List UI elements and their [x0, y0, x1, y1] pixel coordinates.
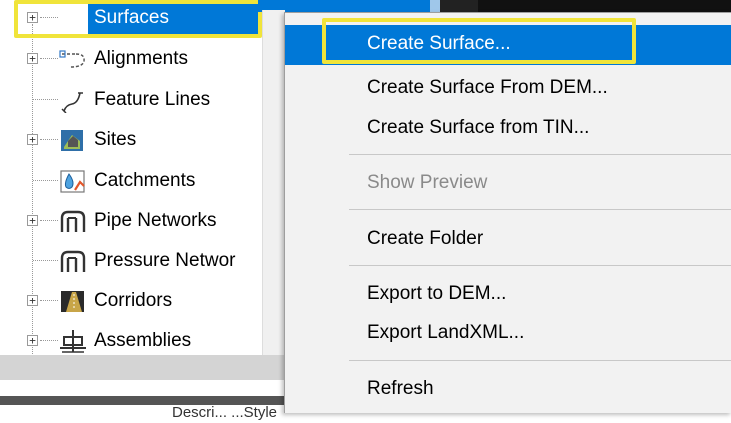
menu-separator — [349, 360, 731, 361]
vertical-scrollbar[interactable] — [262, 10, 285, 355]
tree-item-pressure-networks[interactable]: Pressure Networ — [0, 245, 284, 277]
tree-connector — [40, 58, 58, 59]
tree-item-label: Corridors — [94, 290, 173, 311]
tree-connector — [33, 180, 58, 181]
menu-separator — [349, 265, 731, 266]
expand-toggle[interactable]: + — [27, 335, 38, 346]
site-icon — [61, 130, 83, 151]
tree-item-label: Alignments — [94, 48, 188, 69]
menu-item-label: Create Surface From DEM... — [367, 77, 608, 98]
column-header-fragment: Descri... ...Style — [172, 404, 278, 421]
alignment-icon — [59, 50, 85, 68]
menu-item-export-to-dem[interactable]: Export to DEM... — [285, 275, 731, 315]
pressure-network-icon — [60, 250, 86, 272]
menu-item-label: Create Surface from TIN... — [367, 117, 590, 138]
expand-toggle[interactable]: + — [27, 295, 38, 306]
menu-item-refresh[interactable]: Refresh — [285, 370, 731, 410]
tree-connector — [40, 220, 58, 221]
tree-item-label: Pressure Networ — [94, 250, 236, 271]
annotation-highlight-box — [322, 18, 636, 64]
tree-connector — [40, 300, 58, 301]
menu-separator — [349, 209, 731, 210]
tree-item-alignments[interactable]: + Alignments — [0, 43, 284, 75]
tree-item-sites[interactable]: + Sites — [0, 124, 284, 156]
menu-item-create-folder[interactable]: Create Folder — [285, 220, 731, 260]
menu-separator — [349, 154, 731, 155]
title-bar-strip — [258, 0, 731, 12]
menu-item-create-surface-from-dem[interactable]: Create Surface From DEM... — [285, 69, 731, 109]
tree-item-feature-lines[interactable]: Feature Lines — [0, 84, 284, 116]
assembly-icon — [60, 330, 86, 353]
expand-toggle[interactable]: + — [27, 215, 38, 226]
menu-item-export-landxml[interactable]: Export LandXML... — [285, 314, 731, 354]
tree-connector — [33, 99, 58, 100]
menu-item-label: Create Folder — [367, 228, 484, 249]
tree-item-catchments[interactable]: Catchments — [0, 165, 284, 197]
context-menu: Create Surface... Create Surface From DE… — [284, 12, 731, 413]
menu-item-create-surface-from-tin[interactable]: Create Surface from TIN... — [285, 109, 731, 149]
menu-item-show-preview: Show Preview — [285, 164, 731, 204]
pipe-network-icon — [60, 210, 86, 232]
tree-connector — [33, 260, 58, 261]
tree-item-label: Feature Lines — [94, 89, 211, 110]
tree-connector — [40, 139, 58, 140]
tree-item-label: Assemblies — [94, 330, 192, 351]
menu-item-label: Export LandXML... — [367, 322, 525, 343]
menu-item-label: Export to DEM... — [367, 283, 507, 304]
tree-connector — [40, 340, 58, 341]
tree-item-label: Catchments — [94, 170, 196, 191]
tree-item-corridors[interactable]: + Corridors — [0, 285, 284, 317]
expand-toggle[interactable]: + — [27, 53, 38, 64]
tree-item-label: Sites — [94, 129, 137, 150]
tree-item-pipe-networks[interactable]: + Pipe Networks — [0, 205, 284, 237]
menu-item-label: Refresh — [367, 378, 434, 399]
annotation-highlight-box — [14, 0, 262, 38]
catchment-icon — [60, 170, 85, 193]
feature-line-icon — [61, 92, 83, 113]
tree-item-label: Pipe Networks — [94, 210, 217, 231]
prospector-tree: + Surfaces + Alignments Feature Lines + … — [0, 0, 284, 380]
horizontal-scrollbar[interactable] — [0, 355, 284, 380]
tree-item-assemblies[interactable]: + Assemblies — [0, 325, 284, 357]
menu-item-label: Show Preview — [367, 172, 488, 193]
corridor-icon — [61, 291, 84, 312]
expand-toggle[interactable]: + — [27, 134, 38, 145]
